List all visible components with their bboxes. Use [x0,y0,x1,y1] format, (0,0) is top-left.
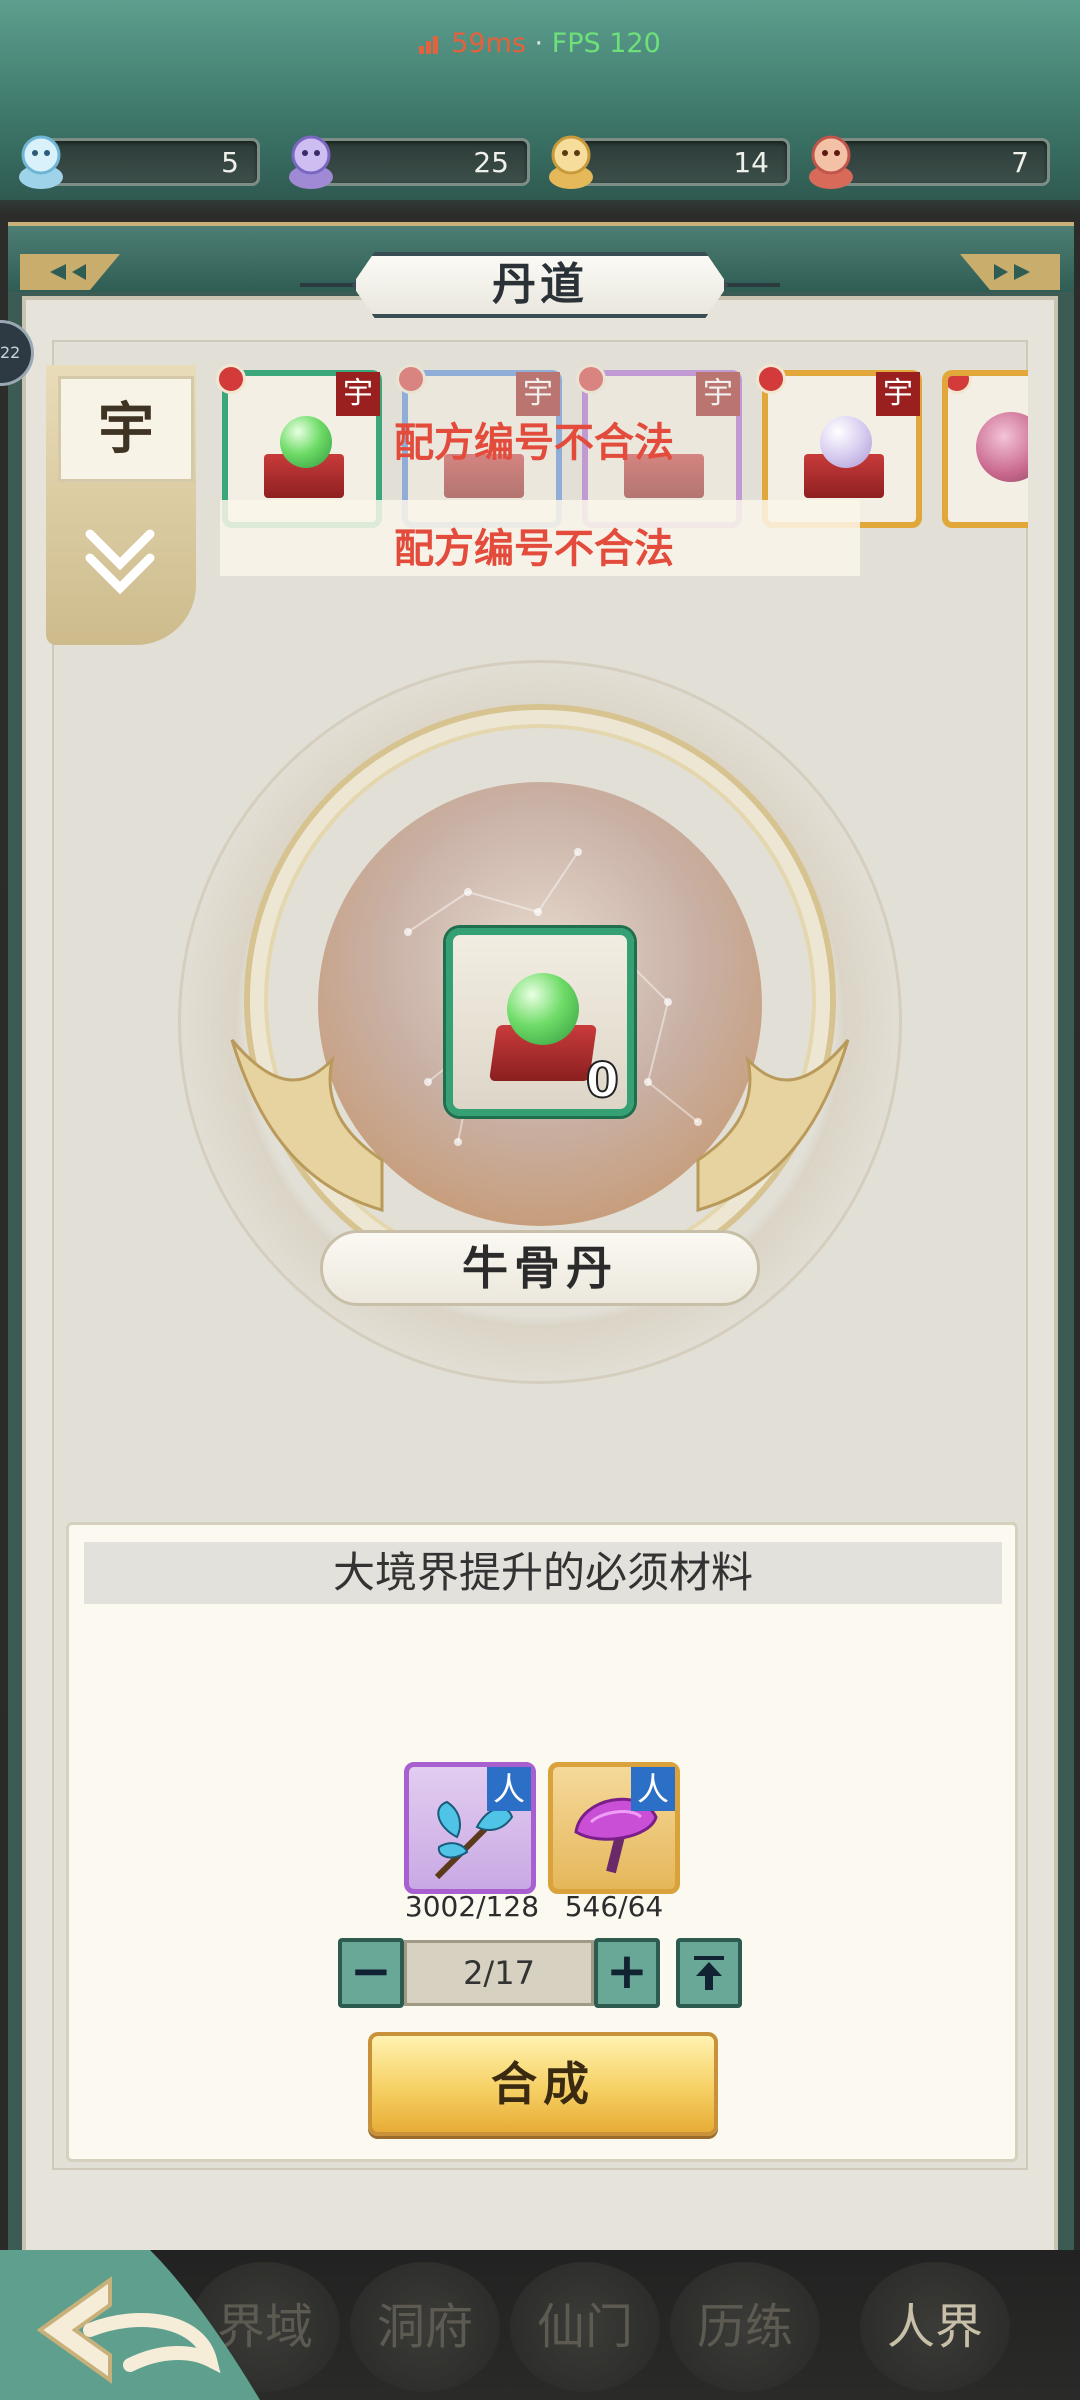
arrow-to-top-icon [694,1956,724,1990]
grade-selector[interactable]: 宇 [58,376,194,482]
nav-label: 历练 [696,2299,793,2355]
craft-button[interactable]: 合成 [368,2032,718,2136]
material-count: 546/64 [564,1890,664,1923]
recipe-grade-tag: 宇 [696,372,740,416]
grade-selector-label: 宇 [98,396,154,462]
panel-title-text: 丹道 [492,259,588,310]
pill-name-plate: 牛骨丹 [320,1230,760,1306]
panel-title: 丹道 [352,252,728,318]
craft-button-label: 合成 [491,2057,595,2111]
quantity-field[interactable]: 2/17 [404,1940,594,2006]
nav-item-human-realm[interactable]: 人界 [860,2262,1010,2392]
status-separator: · [534,28,544,59]
signal-icon [419,34,445,54]
resource-counter-red[interactable]: 7 [809,135,1050,189]
green-pill-icon [507,973,579,1045]
red-spirit-icon [809,135,853,189]
golden-wing-right [696,1039,850,1212]
materials-header-text: 大境界提升的必须材料 [332,1548,753,1597]
materials-header: 大境界提升的必须材料 [84,1542,1002,1604]
recipe-card[interactable] [942,370,1028,528]
error-message: 配方编号不合法 [394,420,674,466]
gold-spirit-icon [549,135,593,189]
resource-counter-purple[interactable]: 25 [289,135,530,189]
recipe-grade-tag: 宇 [336,372,380,416]
plus-button[interactable]: + [594,1938,660,2008]
green-pill-icon [280,416,332,468]
notification-dot [756,364,786,394]
nav-label: 仙门 [536,2299,633,2355]
corner-ornament-left [20,254,120,290]
resource-value: 25 [473,146,509,179]
notification-dot [396,364,426,394]
pill-name: 牛骨丹 [462,1241,618,1295]
nav-label: 人界 [886,2299,983,2355]
flower-cauldron-icon [976,412,1028,482]
material-slot[interactable]: 人 [548,1762,680,1894]
blue-spirit-icon [19,135,63,189]
golden-wing-left [230,1039,384,1212]
notification-dot [948,376,972,394]
resource-counter-blue[interactable]: 5 [19,135,260,189]
resource-counter-gold[interactable]: 14 [549,135,790,189]
nav-label: 洞府 [376,2299,473,2355]
purple-spirit-icon [289,135,333,189]
nav-item-cave[interactable]: 洞府 [350,2262,500,2392]
chevron-down-icon[interactable] [80,520,160,600]
network-status: 59ms · FPS 120 [0,28,1080,59]
back-button[interactable] [0,2250,260,2400]
ping-text: 59ms [451,28,526,59]
owned-count: 0 [585,1052,620,1110]
recipe-grade-tag: 宇 [876,372,920,416]
corner-ornament-right [960,254,1060,290]
tier-badge: 人 [487,1767,531,1811]
selected-pill-slot[interactable]: 0 [446,928,634,1116]
white-pill-icon [820,416,872,468]
nav-item-sect[interactable]: 仙门 [510,2262,660,2392]
fps-text: FPS 120 [551,28,661,59]
notification-dot [576,364,606,394]
resource-value: 14 [733,146,769,179]
error-message: 配方编号不合法 [394,526,674,572]
notification-dot [216,364,246,394]
material-slot[interactable]: 人 [404,1762,536,1894]
tier-badge: 人 [631,1767,675,1811]
max-quantity-button[interactable] [676,1938,742,2008]
nav-item-training[interactable]: 历练 [670,2262,820,2392]
resource-value: 7 [1011,146,1029,179]
minus-button[interactable]: − [338,1938,404,2008]
resource-value: 5 [221,146,239,179]
